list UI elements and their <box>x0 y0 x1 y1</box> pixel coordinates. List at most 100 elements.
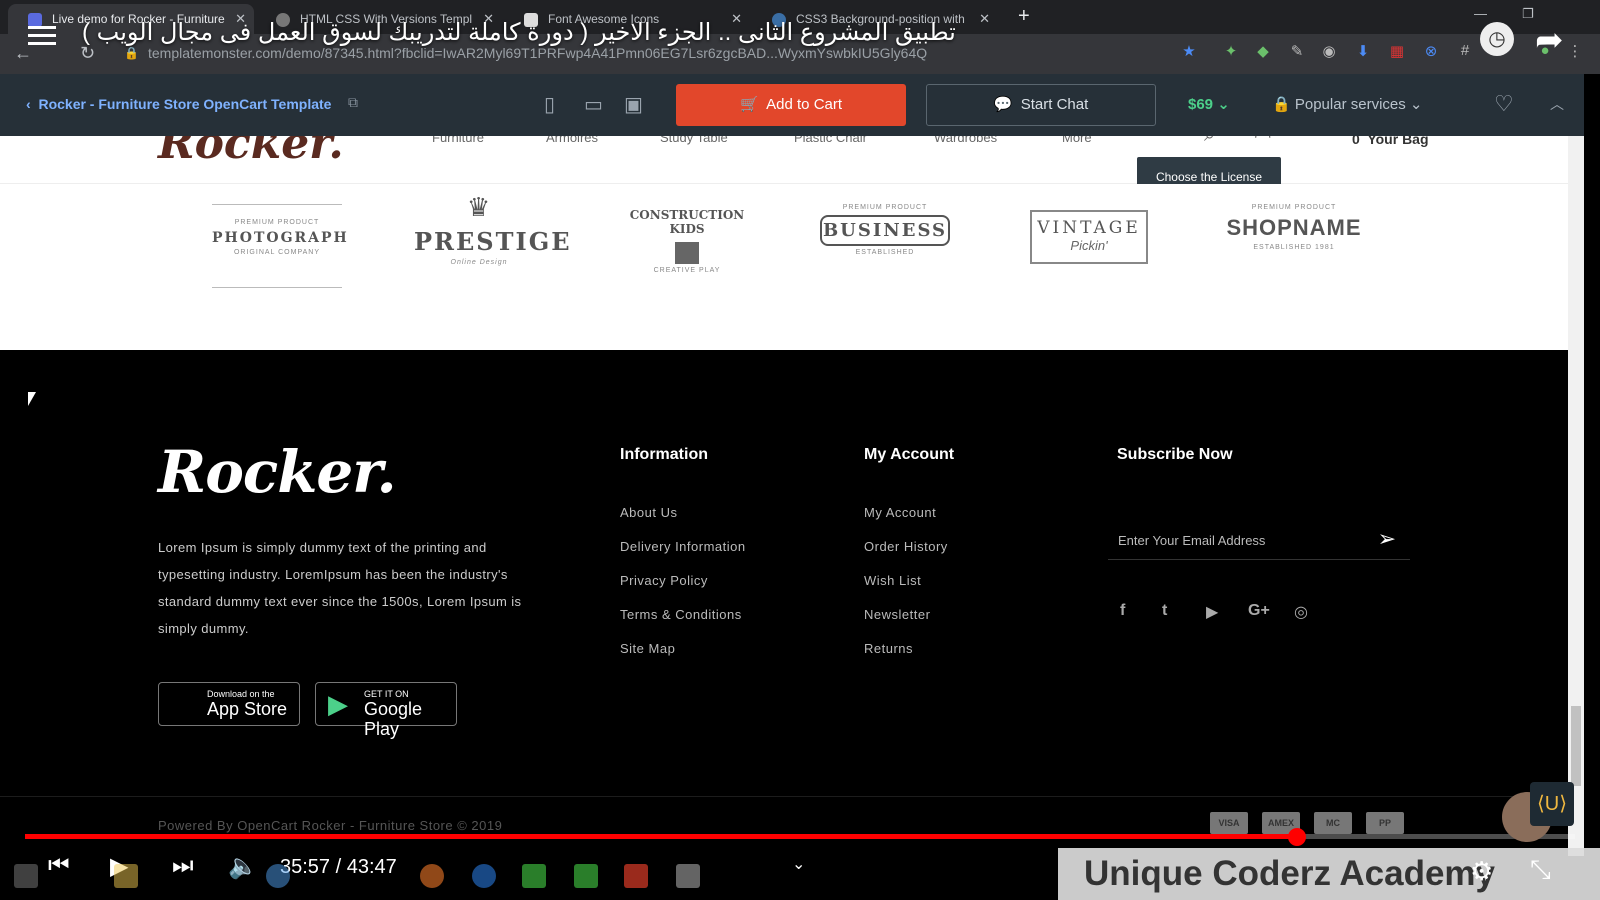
upwork-icon[interactable] <box>522 864 546 888</box>
google-plus-icon[interactable]: G+ <box>1248 602 1270 620</box>
back-arrow-icon[interactable]: ← <box>14 43 32 64</box>
brand-logo-shopname[interactable]: PREMIUM PRODUCT SHOPNAME ESTABLISHED 198… <box>1224 204 1364 288</box>
heart-icon[interactable]: ♡ <box>1494 91 1514 117</box>
chrome-icon[interactable] <box>266 864 290 888</box>
start-chat-button[interactable]: 💬 Start Chat <box>926 84 1156 126</box>
camera-icon[interactable]: ◉ <box>1320 42 1338 60</box>
restore-icon[interactable]: ❐ <box>1522 6 1534 22</box>
grid-icon[interactable]: # <box>1456 42 1474 60</box>
new-tab-button[interactable]: + <box>1018 5 1030 28</box>
footer-link-sitemap[interactable]: Site Map <box>620 632 746 666</box>
windows-start-icon[interactable] <box>14 864 38 888</box>
firefox-icon[interactable] <box>420 864 444 888</box>
footer-link-wish-list[interactable]: Wish List <box>864 564 948 598</box>
extension-icon[interactable]: ⊗ <box>1422 42 1440 60</box>
brand-logo-photograph[interactable]: PREMIUM PRODUCT PHOTOGRAPH ORIGINAL COMP… <box>212 204 347 288</box>
footer-link-newsletter[interactable]: Newsletter <box>864 598 948 632</box>
photos-icon[interactable] <box>676 864 700 888</box>
google-play-button[interactable]: ▶ GET IT ON Google Play <box>315 682 457 739</box>
footer-link-delivery[interactable]: Delivery Information <box>620 530 746 564</box>
add-to-cart-button[interactable]: 🛒 Add to Cart <box>676 84 906 126</box>
brand-sub-text: ESTABLISHED <box>855 249 915 256</box>
ie-icon[interactable] <box>472 864 496 888</box>
youtube-icon[interactable]: ▶ <box>1206 602 1218 622</box>
nav-item-wardrobes[interactable]: Wardrobes <box>934 136 997 145</box>
minimize-icon[interactable]: — <box>1474 6 1487 21</box>
footer-link-my-account[interactable]: My Account <box>864 496 948 530</box>
app-store-button[interactable]: Download on the App Store <box>158 682 300 726</box>
bookmark-star-icon[interactable]: ★ <box>1180 42 1198 60</box>
nav-item-armoires[interactable]: Armoires <box>546 136 598 145</box>
download-icon[interactable]: ⬇ <box>1354 42 1372 60</box>
settings-gear-icon[interactable]: ⚙ <box>1470 856 1493 887</box>
page-scrollbar[interactable] <box>1568 136 1584 856</box>
close-icon[interactable]: ✕ <box>979 4 990 34</box>
nav-item-more[interactable]: More <box>1062 136 1092 145</box>
google-play-small: GET IT ON <box>364 689 409 699</box>
footer-link-terms[interactable]: Terms & Conditions <box>620 598 746 632</box>
exit-fullscreen-icon[interactable]: ⤡ <box>1530 854 1551 886</box>
footer-logo[interactable]: Rocker. <box>158 438 397 506</box>
license-price-dropdown[interactable]: $69 ⌄ <box>1188 95 1230 113</box>
tablet-view-icon[interactable]: ▭ <box>584 92 603 117</box>
file-explorer-icon[interactable] <box>114 864 138 888</box>
footer-link-returns[interactable]: Returns <box>864 632 948 666</box>
nav-item-furniture[interactable]: Furniture <box>432 136 484 145</box>
chevron-down-icon: ⌄ <box>1217 96 1230 113</box>
shopping-bag-button[interactable]: 0 Your Bag <box>1352 136 1429 147</box>
google-play-large: Google Play <box>364 699 423 739</box>
brand-logo-construction-kids[interactable]: CONSTRUCTION KIDS CREATIVE PLAY <box>614 208 760 292</box>
brand-logo-prestige[interactable]: ♛ PRESTIGE Online Design <box>414 192 570 276</box>
brand-logo-vintage[interactable]: VINTAGE Pickin' <box>1030 210 1148 264</box>
send-paper-plane-icon[interactable]: ➢ <box>1378 526 1396 552</box>
video-title: تطبيق المشروع الثانى .. الجزء الاخير ( د… <box>82 19 956 46</box>
bag-label: Your Bag <box>1367 136 1429 147</box>
site-logo[interactable]: Rocker. <box>158 136 344 169</box>
external-link-icon[interactable]: ⧉ <box>348 94 358 111</box>
mastercard-icon: MC <box>1314 812 1352 834</box>
volume-icon[interactable]: 🔈 <box>228 852 258 881</box>
extension-icon[interactable]: ◆ <box>1254 42 1272 60</box>
copyright-text: Powered By OpenCart Rocker - Furniture S… <box>158 818 503 833</box>
search-icon[interactable]: ⌕ <box>1204 136 1215 147</box>
nav-item-study-table[interactable]: Study Table <box>660 136 728 145</box>
watch-later-icon[interactable]: ◷ <box>1480 22 1514 56</box>
lock-icon: 🔒 <box>1272 96 1291 113</box>
url-text[interactable]: templatemonster.com/demo/87345.html?fbcl… <box>148 45 927 61</box>
brand-sub-text: ORIGINAL COMPANY <box>233 249 320 256</box>
chevron-up-icon[interactable]: ︿ <box>1550 94 1564 114</box>
scrollbar-thumb[interactable] <box>1571 706 1581 786</box>
instagram-icon[interactable]: ◎ <box>1294 602 1308 622</box>
mobile-view-icon[interactable]: ▯ <box>544 92 555 117</box>
previous-icon[interactable]: ⏮ <box>48 852 70 880</box>
video-scrubber-handle[interactable] <box>1288 828 1306 846</box>
nav-item-plastic-chair[interactable]: Plastic Chair <box>794 136 867 145</box>
back-to-template-link[interactable]: ‹ Rocker - Furniture Store OpenCart Temp… <box>26 96 331 112</box>
share-icon[interactable]: ➦ <box>1535 20 1564 60</box>
camtasia-icon[interactable] <box>574 864 598 888</box>
extension-icon[interactable]: ▦ <box>1388 42 1406 60</box>
brand-logo-business[interactable]: PREMIUM PRODUCT BUSINESS ESTABLISHED <box>820 204 950 288</box>
brand-top-text: PREMIUM PRODUCT <box>234 219 320 226</box>
brand-name: BUSINESS <box>820 215 950 246</box>
footer-link-privacy[interactable]: Privacy Policy <box>620 564 746 598</box>
footer-link-order-history[interactable]: Order History <box>864 530 948 564</box>
brand-sub-text: Pickin' <box>1070 238 1108 253</box>
eyedropper-icon[interactable]: ✎ <box>1288 42 1306 60</box>
facebook-icon[interactable]: f <box>1120 602 1125 620</box>
video-progress-bar[interactable] <box>25 828 1575 846</box>
lock-icon: 🔒 <box>124 46 139 60</box>
extension-icon[interactable]: ✦ <box>1222 42 1240 60</box>
footer-link-about-us[interactable]: About Us <box>620 496 746 530</box>
user-icon[interactable]: ◠ <box>1254 136 1271 149</box>
popular-services-dropdown[interactable]: 🔒 Popular services ⌄ <box>1272 95 1423 113</box>
hamburger-menu-icon[interactable] <box>28 26 56 46</box>
recorder-icon[interactable] <box>624 864 648 888</box>
subscribe-heading: Subscribe Now <box>1117 446 1233 463</box>
next-icon[interactable]: ⏭ <box>172 852 194 880</box>
email-input[interactable] <box>1108 522 1358 558</box>
twitter-icon[interactable]: t <box>1162 602 1167 620</box>
more-menu-icon[interactable]: ⋮ <box>1566 42 1584 60</box>
desktop-view-icon[interactable]: ▣ <box>624 92 643 117</box>
chevron-down-icon[interactable]: ⌄ <box>792 854 805 874</box>
